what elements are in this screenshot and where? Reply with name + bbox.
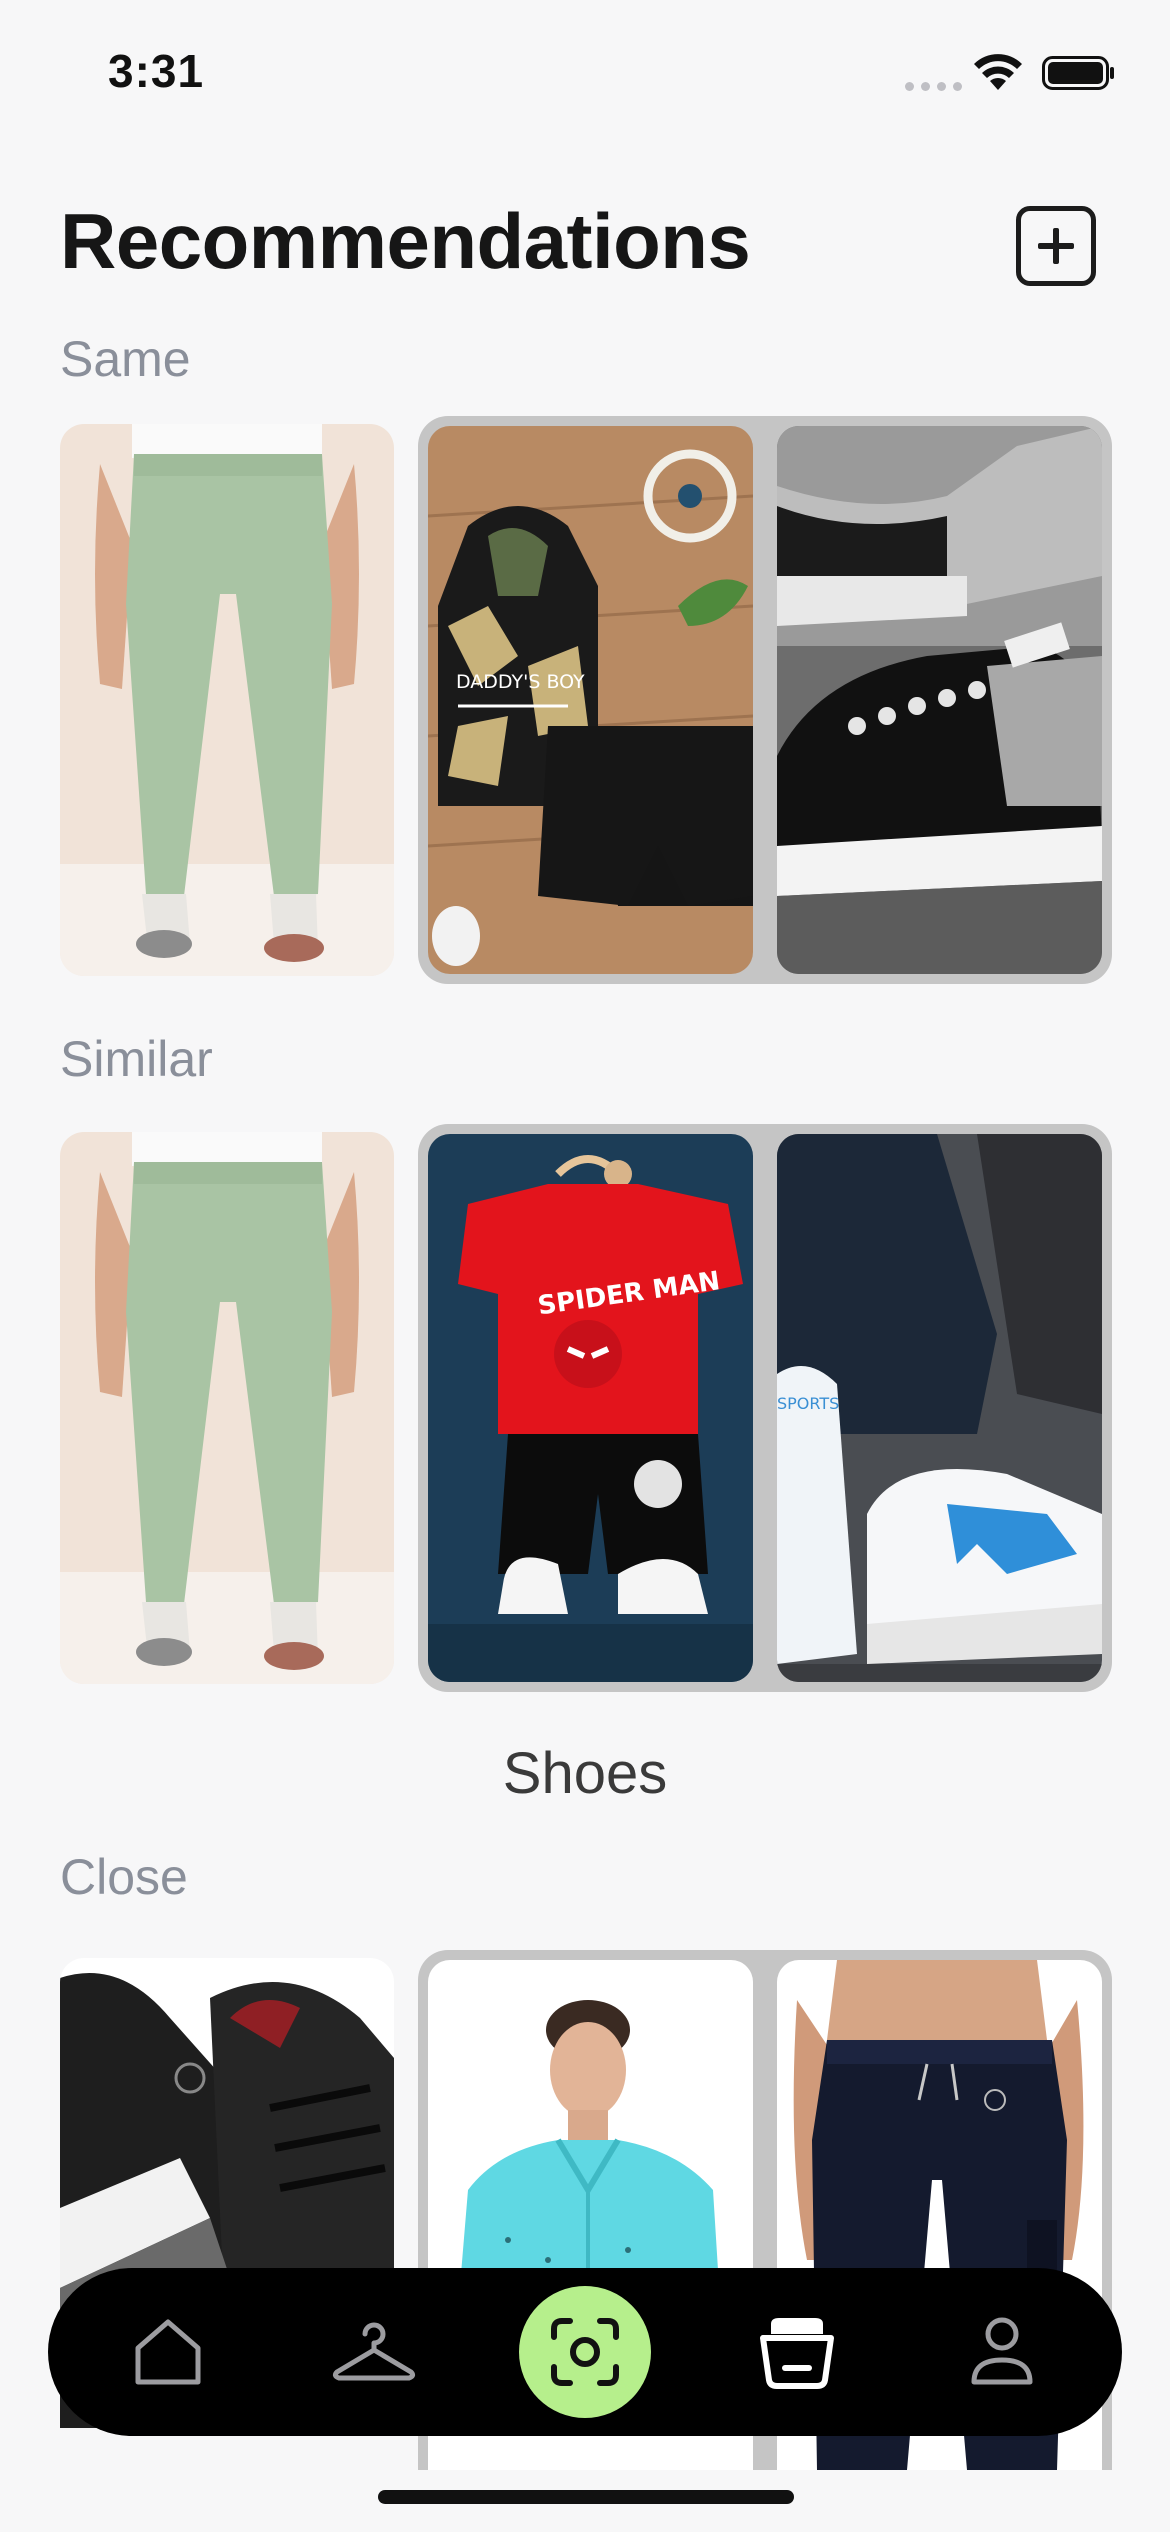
recommendation-group-similar[interactable]: SPIDER MAN SPORTS [418,1124,1112,1692]
cellular-signal-icon [905,82,962,91]
recommendation-item[interactable]: SPORTS [777,1134,1102,1682]
recommendation-item[interactable]: SPIDER MAN [428,1134,753,1682]
bottom-navigation-bar [48,2268,1122,2436]
category-label: Shoes [502,1741,668,1806]
hanger-icon [332,2322,415,2381]
recommendation-item[interactable] [777,426,1102,974]
shirt-print-text: DADDY'S BOY [456,671,585,693]
pants-product-image [60,424,394,976]
add-button[interactable] [1016,206,1096,286]
nav-profile[interactable] [942,2292,1062,2412]
nav-wardrobe[interactable] [314,2292,434,2412]
status-bar: 3:31 [0,0,1170,140]
white-blue-sneaker-image: SPORTS [777,1134,1102,1682]
wifi-icon [974,54,1022,90]
nav-basket[interactable] [737,2292,857,2412]
pants-product-image [60,1132,394,1684]
section-label-similar: Similar [60,1031,213,1087]
status-time: 3:31 [108,45,205,97]
shoe-print-text: SPORTS [777,1394,839,1413]
section-label-same: Same [60,331,191,387]
home-icon [135,2319,201,2385]
source-item-card-pants[interactable] [60,1132,394,1684]
recommendation-item[interactable]: DADDY'S BOY [428,426,753,974]
nav-scan[interactable] [519,2286,651,2418]
profile-icon [971,2317,1033,2385]
nav-home[interactable] [108,2292,228,2412]
recommendations-screen: 3:31 Recommendations Same DADDY'S BOY Si… [0,0,1170,2532]
section-label-close: Close [60,1849,188,1905]
battery-icon [1042,56,1114,90]
page-title: Recommendations [60,197,751,285]
black-sneaker-image [777,426,1102,974]
home-indicator [378,2490,794,2504]
recommendation-group-same[interactable]: DADDY'S BOY [418,416,1112,984]
kids-outfit-image: DADDY'S BOY [428,426,753,974]
scan-icon [551,2318,619,2386]
spiderman-outfit-image: SPIDER MAN [428,1134,753,1682]
source-item-card-pants[interactable] [60,424,394,976]
basket-icon [759,2318,834,2389]
